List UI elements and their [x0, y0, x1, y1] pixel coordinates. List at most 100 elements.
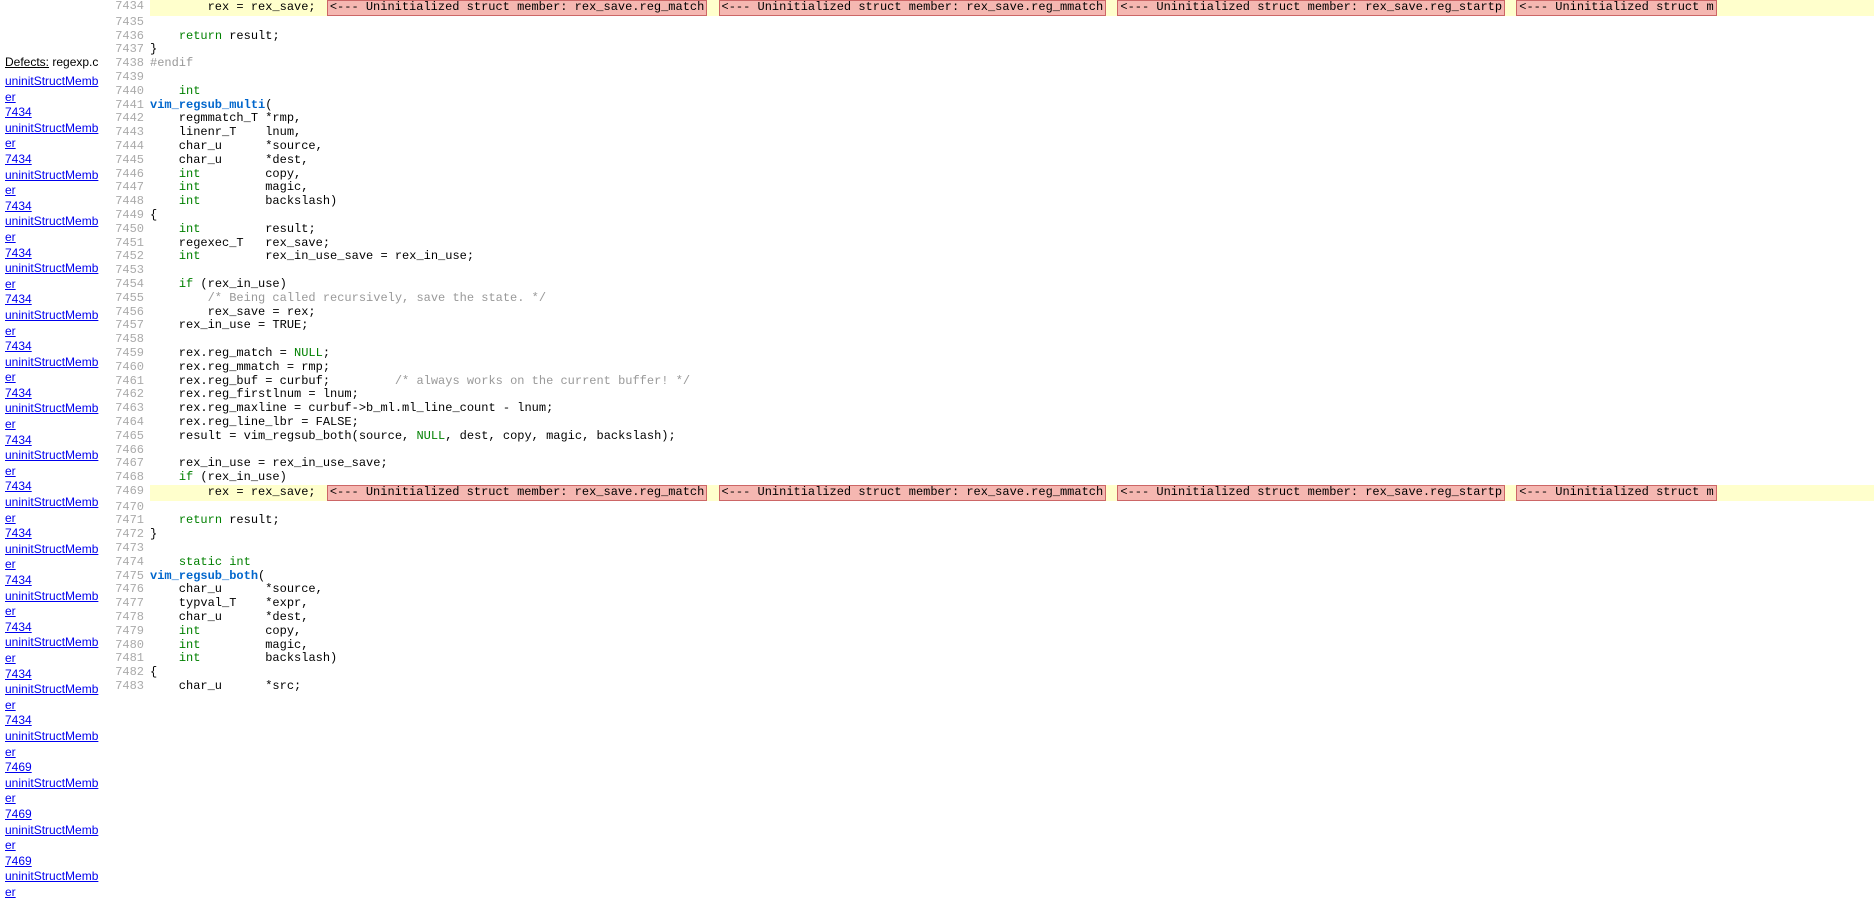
- code-line: 7453: [110, 264, 1874, 278]
- defect-line-link[interactable]: 7434: [5, 246, 105, 262]
- line-number: 7463: [110, 402, 150, 416]
- line-number: 7465: [110, 430, 150, 444]
- code-line: 7443 linenr_T lnum,: [110, 126, 1874, 140]
- line-number: 7470: [110, 501, 150, 515]
- code-line: 7442 regmmatch_T *rmp,: [110, 112, 1874, 126]
- defect-link[interactable]: uninitStructMember: [5, 355, 105, 386]
- code-line: 7456 rex_save = rex;: [110, 306, 1874, 320]
- defect-link[interactable]: uninitStructMember: [5, 823, 105, 854]
- code-line: 7449{: [110, 209, 1874, 223]
- code-line: 7438#endif: [110, 57, 1874, 71]
- code-line: 7450 int result;: [110, 223, 1874, 237]
- defect-link[interactable]: uninitStructMember: [5, 214, 105, 245]
- code-content: regexec_T rex_save;: [150, 237, 1874, 251]
- line-number: 7467: [110, 457, 150, 471]
- code-line: 7481 int backslash): [110, 652, 1874, 666]
- warning-badge: <--- Uninitialized struct member: rex_sa…: [327, 485, 707, 501]
- defect-link[interactable]: uninitStructMember: [5, 401, 105, 432]
- defect-link[interactable]: uninitStructMember: [5, 308, 105, 339]
- line-number: 7459: [110, 347, 150, 361]
- line-number: 7435: [110, 16, 150, 30]
- line-number: 7474: [110, 556, 150, 570]
- defect-line-link[interactable]: 7469: [5, 760, 105, 776]
- warning-badge: <--- Uninitialized struct m: [1516, 0, 1716, 16]
- code-content: rex_in_use = rex_in_use_save;: [150, 457, 1874, 471]
- code-content: #endif: [150, 57, 1874, 71]
- code-content: int rex_in_use_save = rex_in_use;: [150, 250, 1874, 264]
- code-line: 7472}: [110, 528, 1874, 542]
- line-number: 7478: [110, 611, 150, 625]
- code-content: result = vim_regsub_both(source, NULL, d…: [150, 430, 1874, 444]
- defect-link[interactable]: uninitStructMember: [5, 682, 105, 713]
- line-number: 7436: [110, 30, 150, 44]
- defect-link[interactable]: uninitStructMember: [5, 635, 105, 666]
- code-line: 7462 rex.reg_firstlnum = lnum;: [110, 388, 1874, 402]
- code-content: /* Being called recursively, save the st…: [150, 292, 1874, 306]
- defect-link[interactable]: uninitStructMember: [5, 589, 105, 620]
- defect-link[interactable]: uninitStructMember: [5, 448, 105, 479]
- code-line: 7439: [110, 71, 1874, 85]
- line-number: 7482: [110, 666, 150, 680]
- code-content: rex.reg_maxline = curbuf->b_ml.ml_line_c…: [150, 402, 1874, 416]
- code-line: 7471 return result;: [110, 514, 1874, 528]
- code-content: vim_regsub_both(: [150, 570, 1874, 584]
- line-number: 7456: [110, 306, 150, 320]
- defect-line-link[interactable]: 7434: [5, 713, 105, 729]
- code-content: [150, 333, 1874, 347]
- line-number: 7460: [110, 361, 150, 375]
- defects-label: Defects:: [5, 55, 49, 69]
- line-number: 7448: [110, 195, 150, 209]
- defect-line-link[interactable]: 7469: [5, 807, 105, 823]
- defect-link[interactable]: uninitStructMember: [5, 261, 105, 292]
- defect-line-link[interactable]: 7469: [5, 854, 105, 870]
- defect-link[interactable]: uninitStructMember: [5, 542, 105, 573]
- defect-link[interactable]: uninitStructMember: [5, 729, 105, 760]
- line-number: 7481: [110, 652, 150, 666]
- code-content: rex.reg_buf = curbuf; /* always works on…: [150, 375, 1874, 389]
- defect-link[interactable]: uninitStructMember: [5, 74, 105, 105]
- defect-line-link[interactable]: 7434: [5, 339, 105, 355]
- defect-link[interactable]: uninitStructMember: [5, 869, 105, 900]
- code-line: 7483 char_u *src;: [110, 680, 1874, 694]
- defect-link[interactable]: uninitStructMember: [5, 121, 105, 152]
- defect-link[interactable]: uninitStructMember: [5, 495, 105, 526]
- defect-line-link[interactable]: 7434: [5, 152, 105, 168]
- line-number: 7450: [110, 223, 150, 237]
- defect-line-link[interactable]: 7434: [5, 573, 105, 589]
- defect-line-link[interactable]: 7434: [5, 526, 105, 542]
- code-content: [150, 501, 1874, 515]
- defect-line-link[interactable]: 7434: [5, 199, 105, 215]
- line-number: 7437: [110, 43, 150, 57]
- defect-line-link[interactable]: 7434: [5, 479, 105, 495]
- code-content: }: [150, 43, 1874, 57]
- defect-link[interactable]: uninitStructMember: [5, 776, 105, 807]
- code-content: [150, 264, 1874, 278]
- code-content: {: [150, 209, 1874, 223]
- code-line: 7478 char_u *dest,: [110, 611, 1874, 625]
- line-number: 7473: [110, 542, 150, 556]
- code-content: int result;: [150, 223, 1874, 237]
- defect-line-link[interactable]: 7434: [5, 292, 105, 308]
- code-line: 7482{: [110, 666, 1874, 680]
- line-number: 7472: [110, 528, 150, 542]
- line-number: 7447: [110, 181, 150, 195]
- defect-line-link[interactable]: 7434: [5, 620, 105, 636]
- line-number: 7442: [110, 112, 150, 126]
- line-number: 7446: [110, 168, 150, 182]
- defect-line-link[interactable]: 7434: [5, 433, 105, 449]
- line-number: 7449: [110, 209, 150, 223]
- line-number: 7476: [110, 583, 150, 597]
- line-number: 7453: [110, 264, 150, 278]
- defect-line-link[interactable]: 7434: [5, 667, 105, 683]
- defect-line-link[interactable]: 7434: [5, 105, 105, 121]
- code-line: 7470: [110, 501, 1874, 515]
- code-line: 7435: [110, 16, 1874, 30]
- defect-link[interactable]: uninitStructMember: [5, 168, 105, 199]
- code-line: 7440 int: [110, 85, 1874, 99]
- defect-line-link[interactable]: 7434: [5, 386, 105, 402]
- code-line: 7436 return result;: [110, 30, 1874, 44]
- code-content: rex_save = rex;: [150, 306, 1874, 320]
- code-line: 7465 result = vim_regsub_both(source, NU…: [110, 430, 1874, 444]
- code-line: 7451 regexec_T rex_save;: [110, 237, 1874, 251]
- code-line: 7444 char_u *source,: [110, 140, 1874, 154]
